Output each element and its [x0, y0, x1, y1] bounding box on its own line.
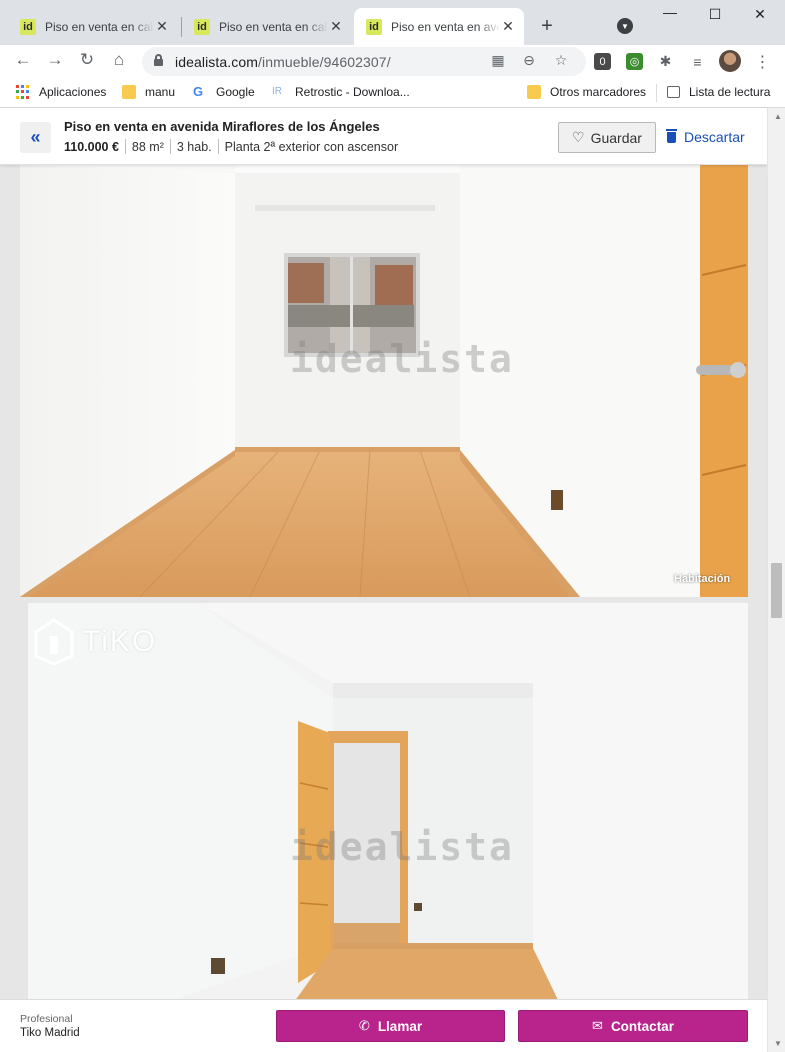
- tab-title: Piso en venta en calle: [219, 19, 328, 34]
- tab-title: Piso en venta en calle: [45, 19, 154, 34]
- forward-arrow-icon[interactable]: →: [44, 50, 66, 70]
- tiko-brand-text: TiKO: [82, 625, 158, 658]
- listing-sticky-header: « Piso en venta en avenida Miraflores de…: [0, 108, 767, 165]
- lock-icon[interactable]: [154, 54, 163, 66]
- browser-tab-2[interactable]: id Piso en venta en calle ✕: [182, 8, 352, 45]
- discard-label: Descartar: [684, 129, 745, 145]
- folder-icon: [527, 85, 541, 99]
- zoom-icon[interactable]: ⊖: [520, 52, 538, 69]
- tab-strip: id Piso en venta en calle ✕ id Piso en v…: [0, 0, 785, 45]
- save-button[interactable]: ♡ Guardar: [558, 122, 656, 153]
- bookmark-apps[interactable]: Aplicaciones: [16, 85, 106, 99]
- close-tab-icon[interactable]: ✕: [500, 18, 516, 35]
- bookmark-manu[interactable]: manu: [122, 85, 175, 99]
- browser-toolbar: ← → ↻ ⌂ idealista.com/inmueble/94602307/…: [0, 45, 785, 78]
- tab-search-chevron-icon[interactable]: ▼: [617, 18, 633, 34]
- advertiser-name: Tiko Madrid: [20, 1027, 80, 1039]
- discard-button[interactable]: Descartar: [666, 128, 745, 145]
- listing-title: Piso en venta en avenida Miraflores de l…: [64, 119, 380, 134]
- photo-watermark: idealista: [290, 337, 514, 381]
- bookmarks-bar: Aplicaciones manu G Google IR Retrostic …: [0, 78, 785, 108]
- listing-photo-2[interactable]: idealista: [28, 603, 748, 1052]
- bookmark-retrostic[interactable]: IR Retrostic - Downloa...: [272, 85, 410, 99]
- more-menu-icon[interactable]: ⋮: [754, 53, 771, 71]
- profile-avatar[interactable]: [719, 50, 741, 72]
- browser-tab-1[interactable]: id Piso en venta en calle ✕: [8, 8, 178, 45]
- scroll-up-arrow-icon[interactable]: ▲: [774, 112, 782, 121]
- contact-button[interactable]: ✉ Contactar: [518, 1010, 748, 1042]
- listing-photo-1[interactable]: idealista: [20, 165, 748, 597]
- back-to-results-button[interactable]: «: [20, 122, 51, 153]
- tiko-house-icon: [34, 618, 74, 666]
- bedroom-photo-illustration: [20, 165, 748, 597]
- retrostic-icon: IR: [272, 86, 282, 97]
- extensions-puzzle-icon[interactable]: ✱: [657, 53, 674, 70]
- phone-icon: ✆: [358, 1018, 370, 1033]
- url-text[interactable]: idealista.com/inmueble/94602307/: [175, 54, 391, 70]
- listing-size: 88 m²: [131, 139, 164, 154]
- scrollbar-thumb[interactable]: [771, 563, 782, 618]
- photo-caption: Habitación: [674, 573, 731, 585]
- trash-icon: [666, 128, 677, 143]
- close-tab-icon[interactable]: ✕: [328, 18, 344, 35]
- close-tab-icon[interactable]: ✕: [154, 18, 170, 35]
- reading-list-icon: [667, 86, 680, 98]
- home-icon[interactable]: ⌂: [108, 50, 130, 70]
- bookmarks-separator: [656, 84, 657, 102]
- bookmark-google[interactable]: G Google: [193, 84, 255, 100]
- divider: [217, 139, 219, 154]
- bookmark-label: Lista de lectura: [689, 85, 771, 99]
- chat-icon: ✉: [592, 1018, 603, 1033]
- listing-price: 110.000 €: [64, 139, 119, 154]
- bookmark-label: Retrostic - Downloa...: [295, 85, 410, 99]
- bookmark-reading-list[interactable]: Lista de lectura: [667, 85, 770, 99]
- idealista-favicon-icon: id: [194, 18, 210, 35]
- divider: [169, 139, 171, 154]
- new-tab-plus-icon[interactable]: +: [537, 15, 557, 38]
- minimize-icon[interactable]: —: [660, 4, 680, 20]
- browser-tab-3-active[interactable]: id Piso en venta en avenida ✕: [354, 8, 524, 45]
- tab-title: Piso en venta en avenida: [391, 19, 500, 34]
- qr-code-icon[interactable]: ▦: [489, 52, 507, 69]
- double-chevron-left-icon: «: [30, 127, 41, 147]
- google-icon: G: [193, 84, 204, 99]
- bookmark-label: Aplicaciones: [39, 85, 107, 99]
- scroll-down-arrow-icon[interactable]: ▼: [774, 1039, 782, 1048]
- reload-icon[interactable]: ↻: [76, 50, 98, 70]
- idealista-favicon-icon: id: [366, 18, 382, 35]
- divider: [124, 139, 126, 154]
- bookmark-label: manu: [145, 85, 176, 99]
- extension-2-icon[interactable]: ◎: [626, 53, 643, 70]
- folder-icon: [122, 85, 136, 99]
- listing-floor: Planta 2ª exterior con ascensor: [224, 139, 399, 154]
- apps-icon: [16, 85, 30, 99]
- bookmark-star-icon[interactable]: ☆: [552, 52, 570, 69]
- bookmark-label: Google: [216, 85, 255, 99]
- tiko-brand-logo: TiKO: [34, 618, 157, 666]
- call-label: Llamar: [377, 1018, 423, 1034]
- listing-summary: 110.000 € 88 m² 3 hab. Planta 2ª exterio…: [64, 139, 398, 154]
- bookmark-label: Otros marcadores: [550, 85, 647, 99]
- back-arrow-icon[interactable]: ←: [12, 50, 34, 70]
- heart-icon: ♡: [572, 129, 585, 145]
- advertiser-type: Profesional: [20, 1013, 73, 1025]
- address-bar[interactable]: idealista.com/inmueble/94602307/ ▦ ⊖ ☆: [142, 47, 586, 76]
- url-host: idealista.com: [175, 54, 259, 70]
- contact-footer: Profesional Tiko Madrid ✆ Llamar ✉ Conta…: [0, 999, 767, 1052]
- close-window-icon[interactable]: ✕: [750, 6, 770, 23]
- photo-watermark: idealista: [290, 825, 514, 869]
- idealista-favicon-icon: id: [20, 18, 36, 35]
- extension-1-icon[interactable]: 0: [594, 53, 611, 70]
- listing-rooms: 3 hab.: [176, 139, 212, 154]
- bookmark-otros-marcadores[interactable]: Otros marcadores: [527, 85, 646, 99]
- contact-label: Contactar: [610, 1018, 674, 1034]
- maximize-icon[interactable]: ☐: [705, 6, 725, 23]
- url-path: /inmueble/94602307/: [258, 54, 391, 70]
- page-scrollbar[interactable]: ▲ ▼: [767, 108, 785, 1052]
- call-button[interactable]: ✆ Llamar: [276, 1010, 505, 1042]
- media-control-icon[interactable]: ≡: [689, 53, 706, 70]
- save-label: Guardar: [590, 129, 642, 146]
